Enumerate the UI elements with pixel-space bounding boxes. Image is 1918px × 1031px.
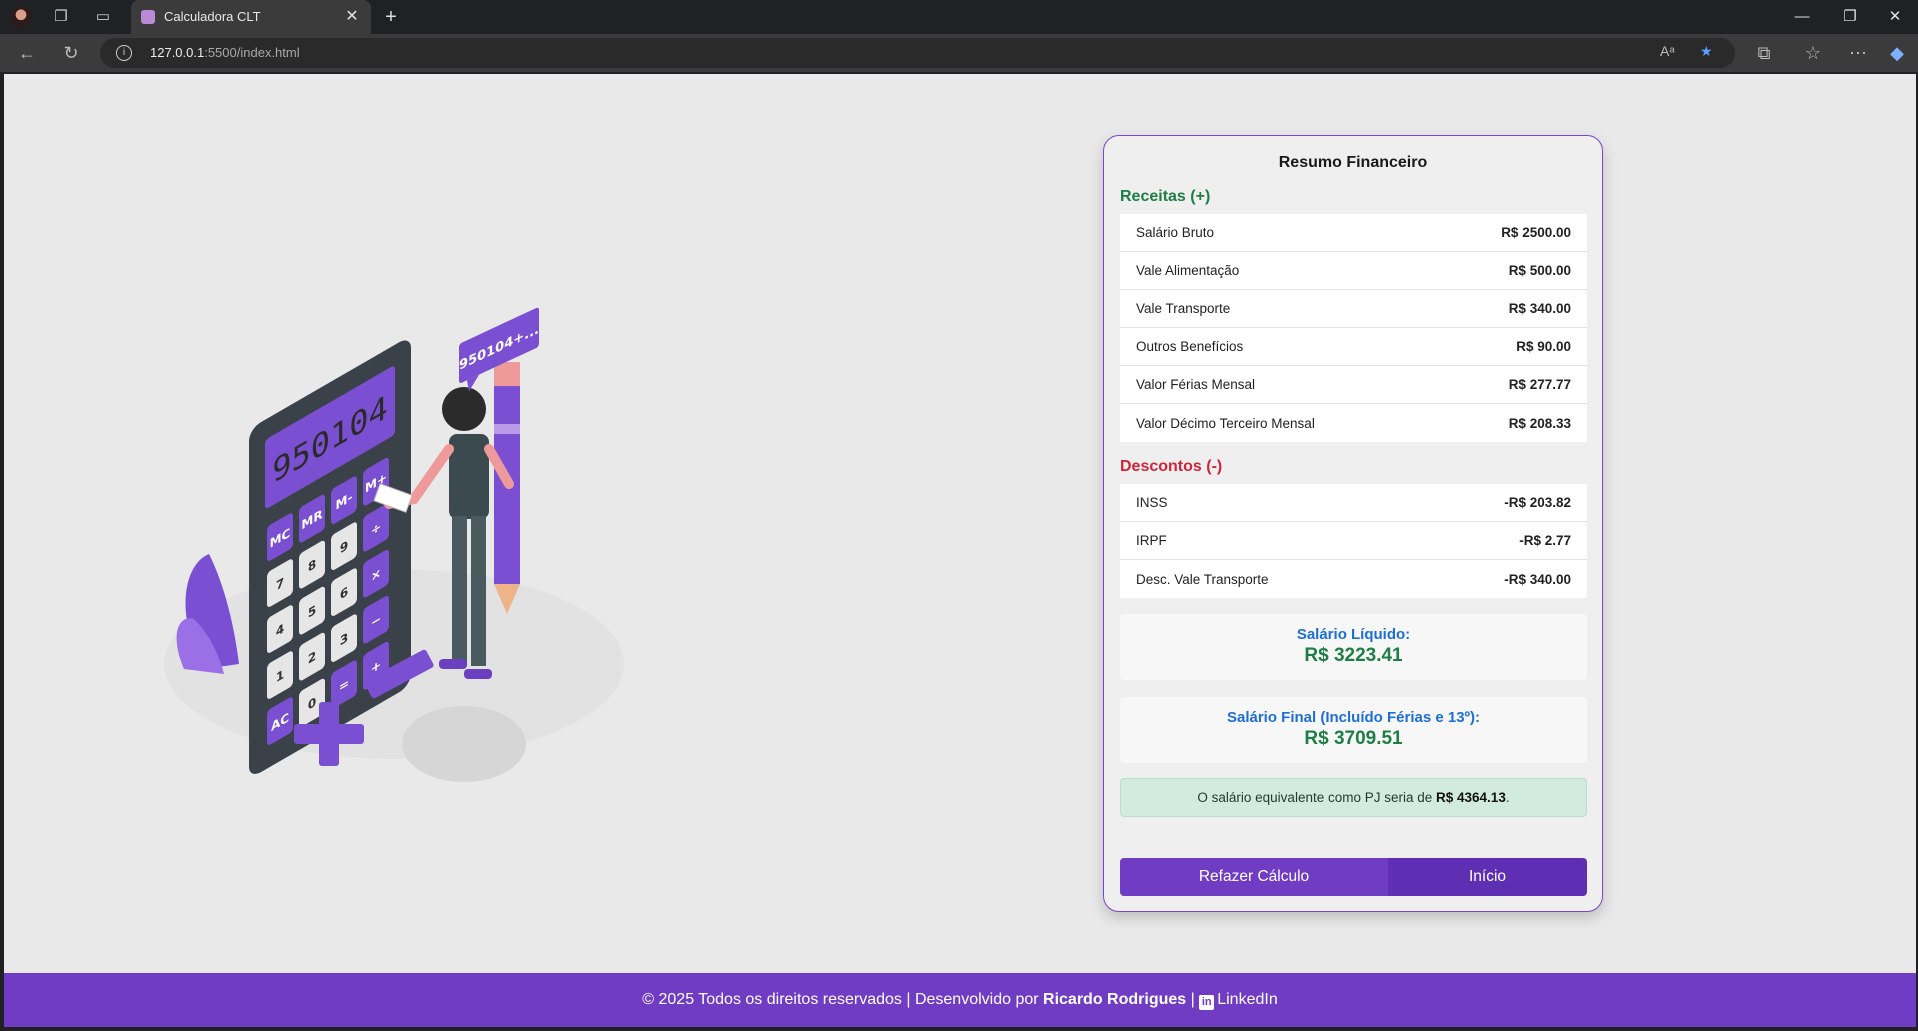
row-label: Salário Bruto xyxy=(1136,225,1215,240)
table-row: Vale Alimentação R$ 500.00 xyxy=(1120,252,1587,290)
row-value: -R$ 340.00 xyxy=(1504,571,1571,587)
row-label: IRPF xyxy=(1136,533,1167,548)
footer-copyright: © 2025 Todos os direitos reservados | De… xyxy=(642,991,1044,1008)
url-text[interactable]: 127.0.0.1:5500/index.html xyxy=(150,45,300,60)
salario-final-value: R$ 3709.51 xyxy=(1304,728,1403,749)
row-label: INSS xyxy=(1136,495,1168,510)
row-label: Valor Férias Mensal xyxy=(1136,377,1256,392)
favorites-icon[interactable]: ☆ xyxy=(1800,41,1826,65)
browser-tabbar: ❐ ▭ Calculadora CLT ✕ + — ❐ ✕ xyxy=(0,0,1918,34)
footer-author: Ricardo Rodrigues xyxy=(1043,991,1187,1008)
linkedin-link[interactable]: in LinkedIn xyxy=(1199,991,1278,1010)
row-value: R$ 340.00 xyxy=(1508,301,1571,316)
profile-avatar[interactable] xyxy=(10,6,32,28)
back-icon[interactable]: ← xyxy=(14,41,40,65)
extensions-icon[interactable]: ⧉ xyxy=(1751,41,1777,65)
read-aloud-icon[interactable]: Aᵃ xyxy=(1660,43,1675,59)
table-row: Desc. Vale Transporte -R$ 340.00 xyxy=(1120,560,1587,598)
salario-liquido-box: Salário Líquido: R$ 3223.41 xyxy=(1120,614,1587,680)
pj-text-suffix: . xyxy=(1505,790,1510,805)
row-value: R$ 500.00 xyxy=(1508,263,1571,278)
table-row: IRPF -R$ 2.77 xyxy=(1120,522,1587,560)
pj-value: R$ 4364.13 xyxy=(1436,790,1506,805)
refresh-icon[interactable]: ↻ xyxy=(58,41,84,65)
salario-liquido-label: Salário Líquido: xyxy=(1296,626,1411,643)
favorite-star-icon[interactable]: ★ xyxy=(1700,43,1713,60)
row-value: R$ 2500.00 xyxy=(1501,225,1571,240)
row-label: Outros Benefícios xyxy=(1136,339,1244,354)
info-icon[interactable]: i xyxy=(116,45,132,61)
footer-separator: | xyxy=(1186,991,1200,1008)
pj-equivalent-alert: O salário equivalente como PJ seria de R… xyxy=(1120,778,1587,817)
more-menu-icon[interactable]: ⋯ xyxy=(1845,41,1871,65)
page-footer: © 2025 Todos os direitos reservados | De… xyxy=(4,973,1916,1027)
linkedin-label: LinkedIn xyxy=(1217,991,1278,1008)
table-row: Salário Bruto R$ 2500.00 xyxy=(1120,214,1587,252)
new-tab-icon[interactable]: + xyxy=(380,6,402,28)
salario-final-box: Salário Final (Incluído Férias e 13º): R… xyxy=(1120,697,1587,763)
calculator-illustration: 950104 MCMRM-M+789÷456×123−AC0=+ 950104+… xyxy=(164,307,624,782)
row-value: R$ 90.00 xyxy=(1516,339,1571,354)
tab-title: Calculadora CLT xyxy=(164,9,261,24)
browser-tab[interactable]: Calculadora CLT ✕ xyxy=(131,0,371,34)
row-value: -R$ 203.82 xyxy=(1504,495,1571,510)
calculator-favicon-icon xyxy=(141,10,155,24)
copilot-icon[interactable]: ◆ xyxy=(1884,41,1910,65)
redo-calculation-button[interactable]: Refazer Cálculo xyxy=(1120,858,1388,896)
descontos-table: INSS -R$ 203.82 IRPF -R$ 2.77 Desc. Vale Tra… xyxy=(1120,484,1587,598)
minimize-icon[interactable]: — xyxy=(1780,4,1824,30)
table-row: Outros Benefícios R$ 90.00 xyxy=(1120,328,1587,366)
descontos-heading: Descontos (-) xyxy=(1120,458,1223,475)
row-value: -R$ 2.77 xyxy=(1519,533,1571,548)
table-row: Vale Transporte R$ 340.00 xyxy=(1120,290,1587,328)
receitas-table: Salário Bruto R$ 2500.00 Vale Alimentação R… xyxy=(1120,214,1587,442)
table-row: Valor Décimo Terceiro Mensal R$ 208.33 xyxy=(1120,404,1587,442)
home-button[interactable]: Início xyxy=(1388,858,1587,896)
card-title: Resumo Financeiro xyxy=(1278,154,1428,171)
tab-actions-icon[interactable]: ▭ xyxy=(92,6,114,28)
salario-liquido-value: R$ 3223.41 xyxy=(1304,645,1403,666)
pj-text: O salário equivalente como PJ seria de xyxy=(1197,790,1437,805)
row-label: Vale Transporte xyxy=(1136,301,1231,316)
workspaces-icon[interactable]: ❐ xyxy=(50,6,72,28)
row-label: Valor Décimo Terceiro Mensal xyxy=(1136,415,1315,431)
table-row: INSS -R$ 203.82 xyxy=(1120,484,1587,522)
row-value: R$ 277.77 xyxy=(1508,377,1571,392)
restore-icon[interactable]: ❐ xyxy=(1828,4,1872,30)
table-row: Valor Férias Mensal R$ 277.77 xyxy=(1120,366,1587,404)
close-tab-icon[interactable]: ✕ xyxy=(341,6,363,26)
close-window-icon[interactable]: ✕ xyxy=(1873,4,1917,30)
address-toolbar: ← ↻ i 127.0.0.1:5500/index.html Aᵃ ★ ⧉ ☆… xyxy=(0,34,1918,72)
row-label: Desc. Vale Transporte xyxy=(1136,571,1269,587)
salario-final-label: Salário Final (Incluído Férias e 13º): xyxy=(1226,709,1481,726)
address-bar[interactable]: i 127.0.0.1:5500/index.html Aᵃ ★ xyxy=(100,38,1735,68)
page-viewport: 950104 MC MR M- M+ 7 8 9 ÷ 4 5 6 × 1 2 3− AC 0 = + 95010 xyxy=(4,74,1916,1027)
row-value: R$ 208.33 xyxy=(1508,415,1571,431)
receitas-heading: Receitas (+) xyxy=(1120,188,1211,205)
row-label: Vale Alimentação xyxy=(1136,263,1240,278)
financial-summary-card: Resumo Financeiro Receitas (+) Salário B… xyxy=(1103,135,1603,912)
linkedin-icon: in xyxy=(1199,995,1215,1010)
